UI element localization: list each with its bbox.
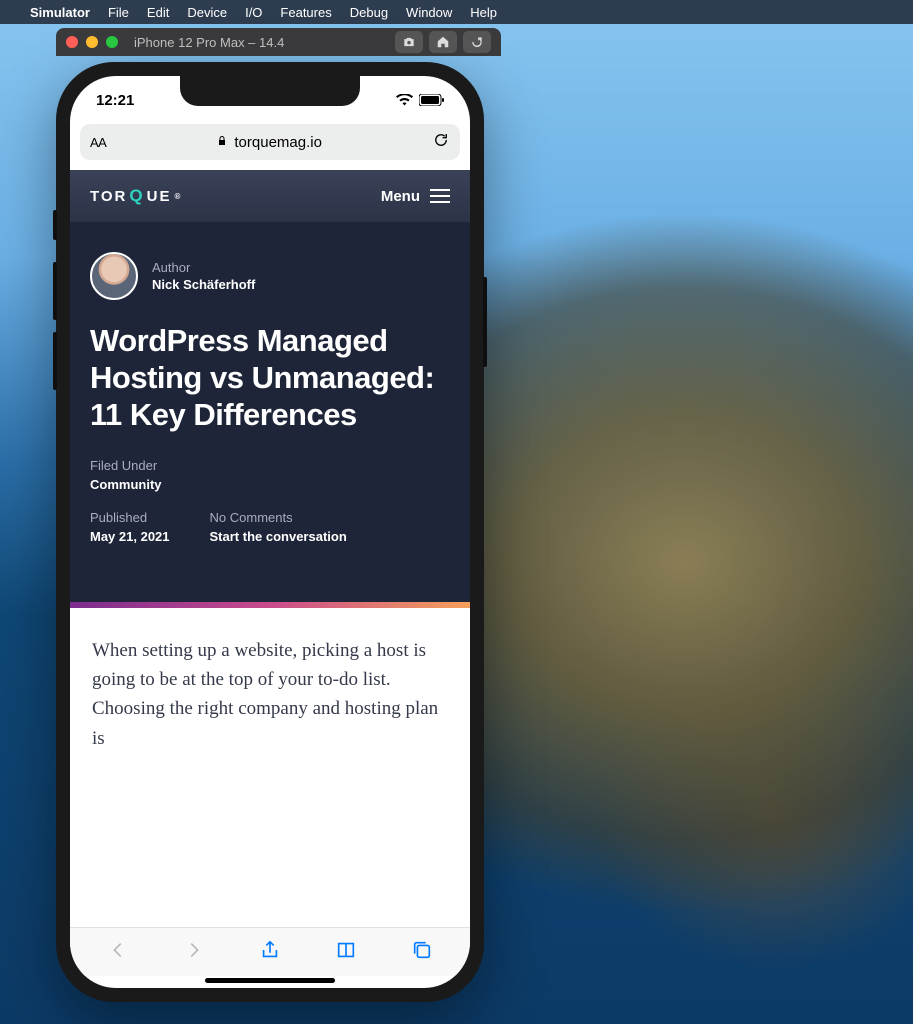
- author-avatar[interactable]: [90, 252, 138, 300]
- simulator-titlebar: iPhone 12 Pro Max – 14.4: [56, 28, 501, 56]
- simulator-toolbar-buttons: [395, 31, 491, 53]
- iphone-screen: 12:21 AA torquemag.io: [70, 76, 470, 988]
- safari-url-bar[interactable]: AA torquemag.io: [80, 124, 460, 160]
- site-header: TORQUE® Menu: [70, 170, 470, 222]
- menubar-file[interactable]: File: [108, 5, 129, 20]
- minimize-button[interactable]: [86, 36, 98, 48]
- filed-under-value[interactable]: Community: [90, 477, 162, 492]
- home-indicator[interactable]: [205, 978, 335, 983]
- url-display[interactable]: torquemag.io: [112, 134, 426, 151]
- published-value: May 21, 2021: [90, 529, 170, 544]
- silence-switch[interactable]: [53, 210, 57, 240]
- share-button[interactable]: [259, 939, 281, 966]
- volume-down-button[interactable]: [53, 332, 57, 390]
- article-title: WordPress Managed Hosting vs Unmanaged: …: [90, 322, 450, 434]
- comments-label: No Comments: [210, 510, 347, 525]
- notch: [180, 76, 360, 106]
- close-button[interactable]: [66, 36, 78, 48]
- site-logo[interactable]: TORQUE®: [90, 186, 182, 206]
- back-button[interactable]: [107, 939, 129, 966]
- menubar-features[interactable]: Features: [280, 5, 331, 20]
- forward-button[interactable]: [183, 939, 205, 966]
- menubar-edit[interactable]: Edit: [147, 5, 169, 20]
- wifi-icon: [396, 94, 413, 106]
- volume-up-button[interactable]: [53, 262, 57, 320]
- screenshot-button[interactable]: [395, 31, 423, 53]
- webpage-content[interactable]: TORQUE® Menu Author Nick Schäferhoff: [70, 170, 470, 940]
- iphone-device-frame: 12:21 AA torquemag.io: [56, 62, 484, 1002]
- power-button[interactable]: [483, 277, 487, 367]
- safari-bottom-toolbar: [70, 927, 470, 976]
- article-hero: Author Nick Schäferhoff WordPress Manage…: [70, 222, 470, 602]
- macos-desktop: Simulator File Edit Device I/O Features …: [0, 0, 913, 1024]
- rotate-button[interactable]: [463, 31, 491, 53]
- bookmarks-button[interactable]: [335, 939, 357, 966]
- article-body-text: When setting up a website, picking a hos…: [70, 608, 470, 782]
- reload-button[interactable]: [432, 131, 450, 154]
- traffic-lights: [66, 36, 118, 48]
- text-size-button[interactable]: AA: [90, 135, 106, 150]
- menubar-debug[interactable]: Debug: [350, 5, 388, 20]
- status-time: 12:21: [96, 92, 134, 109]
- author-row: Author Nick Schäferhoff: [90, 252, 450, 300]
- filed-under-label: Filed Under: [90, 458, 162, 473]
- simulator-window: iPhone 12 Pro Max – 14.4: [56, 28, 501, 56]
- zoom-button[interactable]: [106, 36, 118, 48]
- battery-icon: [419, 94, 444, 106]
- hamburger-icon: [430, 189, 450, 203]
- menubar-window[interactable]: Window: [406, 5, 452, 20]
- menubar-help[interactable]: Help: [470, 5, 497, 20]
- author-name[interactable]: Nick Schäferhoff: [152, 277, 255, 292]
- url-text: torquemag.io: [234, 134, 322, 151]
- home-button[interactable]: [429, 31, 457, 53]
- simulator-window-title: iPhone 12 Pro Max – 14.4: [134, 35, 387, 50]
- comments-link[interactable]: Start the conversation: [210, 529, 347, 544]
- menu-label: Menu: [381, 188, 420, 205]
- menubar-io[interactable]: I/O: [245, 5, 262, 20]
- published-label: Published: [90, 510, 170, 525]
- menu-button[interactable]: Menu: [381, 188, 450, 205]
- macos-menubar: Simulator File Edit Device I/O Features …: [0, 0, 913, 24]
- lock-icon: [216, 134, 228, 151]
- tabs-button[interactable]: [411, 939, 433, 966]
- author-label: Author: [152, 260, 255, 275]
- menubar-device[interactable]: Device: [187, 5, 227, 20]
- menubar-app-name[interactable]: Simulator: [30, 5, 90, 20]
